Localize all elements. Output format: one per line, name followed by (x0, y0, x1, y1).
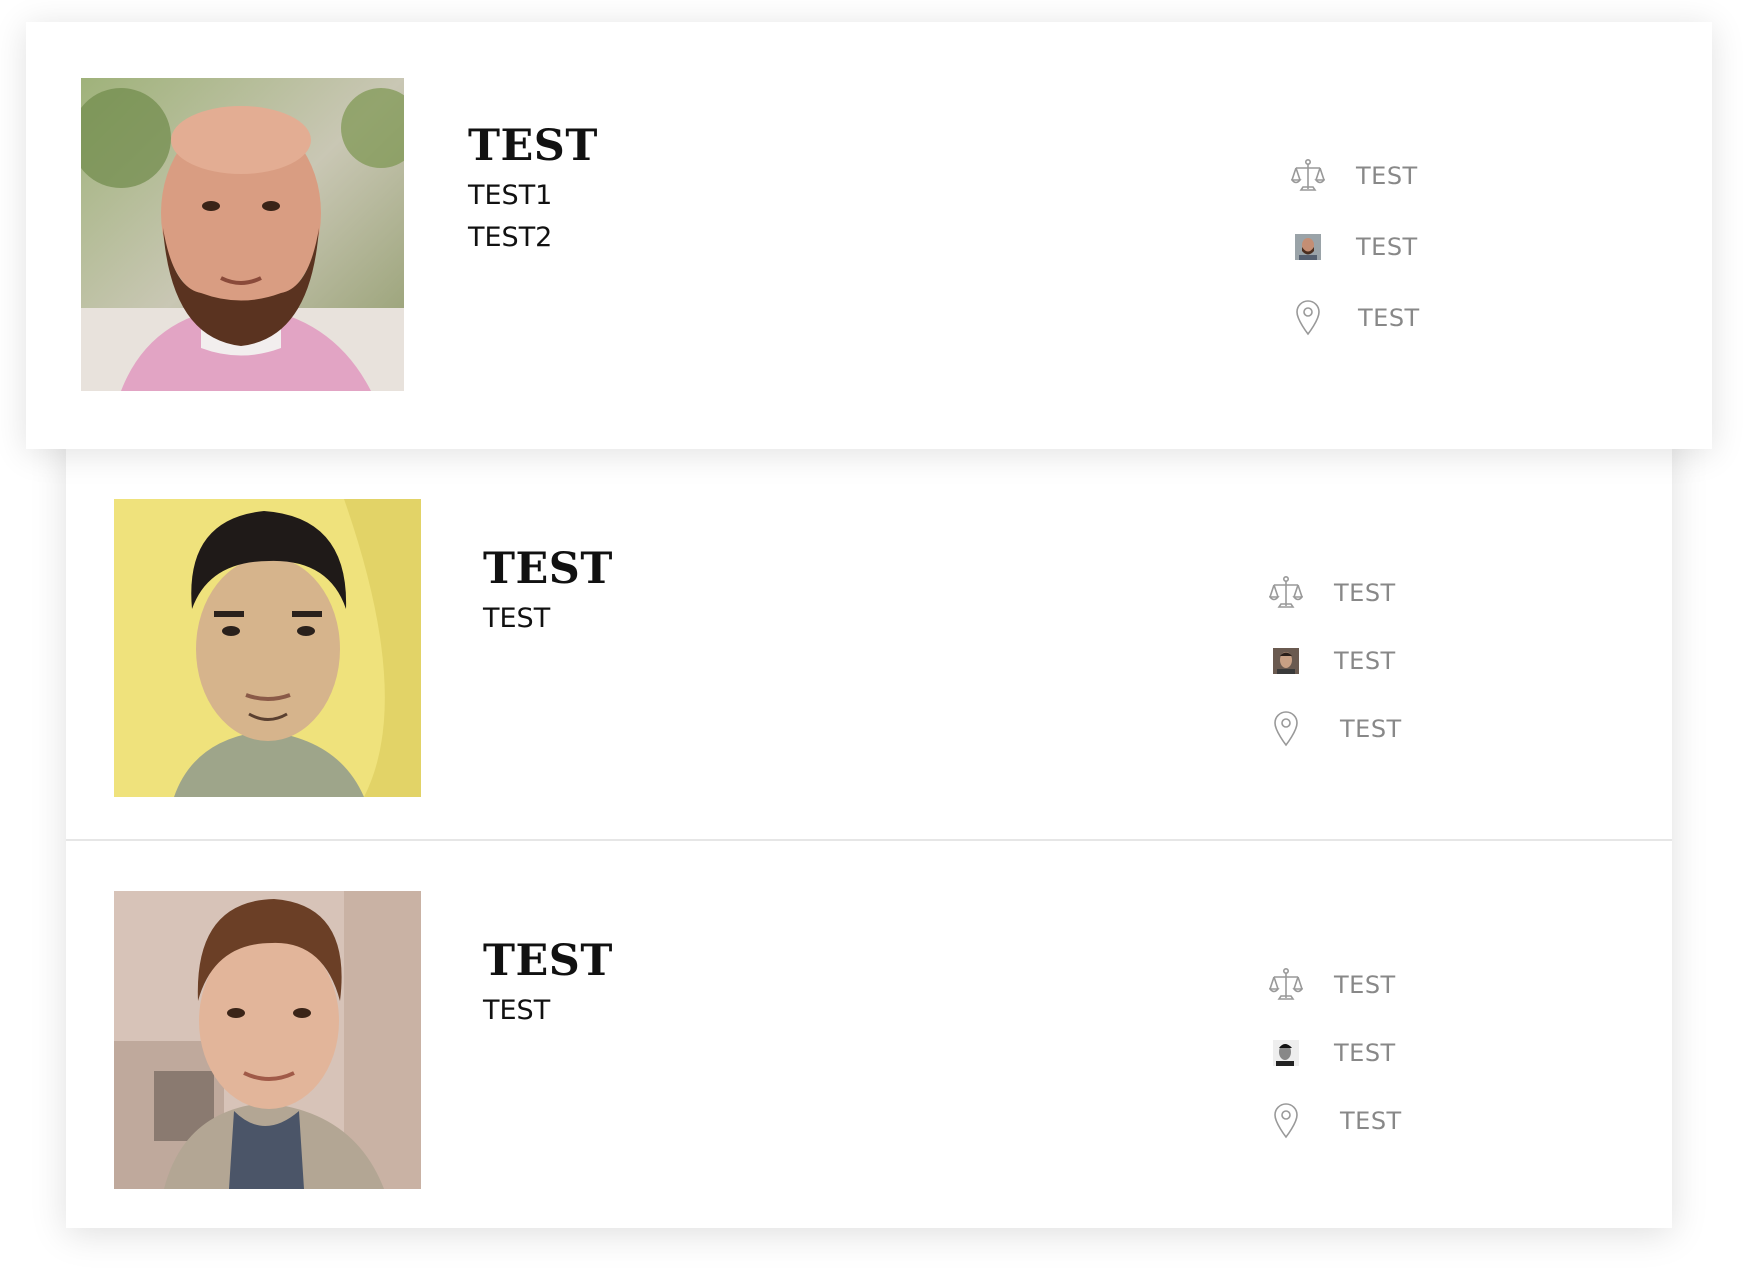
location-pin-icon (1266, 709, 1306, 749)
profile-meta-list: TEST TEST TEST (1266, 559, 1402, 763)
meta-row-location: TEST (1266, 695, 1402, 763)
meta-row-scales: TEST (1266, 559, 1402, 627)
scales-icon (1288, 156, 1328, 196)
meta-text: TEST (1356, 161, 1418, 190)
scales-icon (1266, 965, 1306, 1005)
profile-name[interactable]: TEST (468, 121, 598, 171)
meta-text: TEST (1356, 232, 1418, 261)
profile-card[interactable]: TEST TEST1 TEST2 TEST TEST TEST (26, 22, 1712, 449)
location-pin-icon (1288, 298, 1328, 338)
profile-photo[interactable] (114, 499, 421, 797)
meta-text: TEST (1358, 303, 1420, 332)
meta-text: TEST (1334, 579, 1396, 607)
location-pin-icon (1266, 1101, 1306, 1141)
profile-detail-line: TEST (483, 995, 551, 1027)
meta-text: TEST (1334, 647, 1396, 675)
profile-detail-line: TEST2 (468, 222, 553, 254)
meta-row-avatar: TEST (1288, 211, 1420, 282)
meta-text: TEST (1340, 1107, 1402, 1135)
meta-row-avatar: TEST (1266, 1019, 1402, 1087)
profile-info: TEST TEST (483, 936, 613, 1036)
profile-photo[interactable] (114, 891, 421, 1189)
profile-info: TEST TEST (483, 544, 613, 644)
meta-row-scales: TEST (1288, 140, 1420, 211)
meta-row-scales: TEST (1266, 951, 1402, 1019)
mini-avatar (1273, 1040, 1299, 1066)
scales-icon (1266, 573, 1306, 613)
avatar-icon (1266, 1033, 1306, 1073)
profile-detail-line: TEST (483, 603, 551, 635)
profile-name[interactable]: TEST (483, 936, 613, 986)
meta-row-location: TEST (1288, 282, 1420, 353)
profile-card[interactable]: TEST TEST TEST TEST TEST (66, 449, 1672, 839)
meta-row-location: TEST (1266, 1087, 1402, 1155)
avatar-icon (1288, 227, 1328, 267)
profile-photo[interactable] (81, 78, 404, 391)
mini-avatar (1273, 648, 1299, 674)
avatar-icon (1266, 641, 1306, 681)
profile-name[interactable]: TEST (483, 544, 613, 594)
meta-text: TEST (1340, 715, 1402, 743)
profile-meta-list: TEST TEST TEST (1266, 951, 1402, 1155)
mini-avatar (1295, 233, 1321, 260)
meta-row-avatar: TEST (1266, 627, 1402, 695)
meta-text: TEST (1334, 1039, 1396, 1067)
profile-meta-list: TEST TEST TEST (1288, 140, 1420, 353)
profile-info: TEST TEST1 TEST2 (468, 121, 598, 263)
profile-list-canvas: TEST TEST1 TEST2 TEST TEST TEST TEST TES… (0, 0, 1748, 1276)
profile-card[interactable]: TEST TEST TEST TEST TEST (66, 841, 1672, 1228)
meta-text: TEST (1334, 971, 1396, 999)
